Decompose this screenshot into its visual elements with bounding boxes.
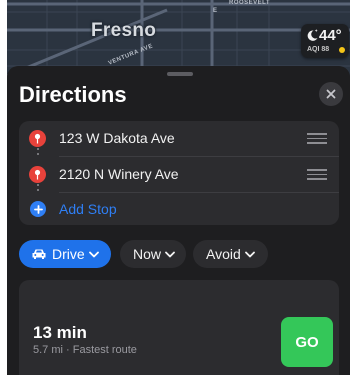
weather-temperature: 44° bbox=[319, 27, 342, 44]
avoid-options-label: Avoid bbox=[206, 246, 241, 262]
close-button[interactable] bbox=[319, 82, 343, 106]
avoid-options-button[interactable]: Avoid bbox=[193, 240, 268, 268]
reorder-handle-icon[interactable] bbox=[307, 169, 327, 180]
weather-widget[interactable]: 44° AQI 88 bbox=[301, 24, 349, 58]
route-duration: 13 min bbox=[33, 323, 87, 342]
route-option-card[interactable]: 13 min 5.7 mi · Fastest route GO bbox=[19, 280, 339, 375]
aqi-status-dot bbox=[339, 47, 345, 53]
stop-destination-label: 2120 N Winery Ave bbox=[59, 166, 179, 182]
street-label-roosevelt: ROOSEVELT bbox=[229, 0, 271, 6]
departure-time-button[interactable]: Now bbox=[120, 240, 186, 268]
stop-row-destination[interactable]: 2120 N Winery Ave bbox=[19, 157, 339, 193]
route-connector-dots bbox=[37, 184, 39, 194]
chevron-down-icon bbox=[244, 251, 255, 257]
pin-icon bbox=[29, 130, 46, 147]
stop-row-origin[interactable]: 123 W Dakota Ave bbox=[19, 121, 339, 157]
chevron-down-icon bbox=[88, 251, 99, 257]
car-icon bbox=[32, 249, 46, 259]
divider bbox=[59, 192, 339, 193]
chevron-down-icon bbox=[165, 251, 175, 257]
map-city-label: Fresno bbox=[91, 20, 157, 41]
moon-stars-icon bbox=[307, 29, 318, 41]
sheet-grabber[interactable] bbox=[167, 72, 193, 76]
air-quality-index: AQI 88 bbox=[307, 46, 330, 53]
add-stop-button[interactable]: Add Stop bbox=[59, 201, 117, 217]
pin-icon bbox=[29, 166, 46, 183]
page-title: Directions bbox=[19, 82, 127, 107]
reorder-handle-icon[interactable] bbox=[307, 133, 327, 144]
go-button[interactable]: GO bbox=[281, 317, 333, 367]
route-detail: 5.7 mi · Fastest route bbox=[33, 344, 137, 356]
transport-mode-label: Drive bbox=[52, 246, 85, 262]
street-label-e: E bbox=[213, 8, 218, 14]
add-stop-icon[interactable] bbox=[30, 201, 46, 217]
maps-screen: Fresno ROOSEVELT VENTURA AVE E 44° AQI 8… bbox=[7, 0, 350, 375]
stop-origin-label: 123 W Dakota Ave bbox=[59, 130, 175, 146]
route-stops-list: 123 W Dakota Ave 2120 N Winery Ave Add S… bbox=[19, 121, 339, 225]
directions-sheet: Directions 123 W Dakota Ave 2120 N Winer… bbox=[7, 66, 350, 375]
departure-time-label: Now bbox=[133, 246, 162, 262]
transport-mode-button[interactable]: Drive bbox=[19, 240, 111, 268]
close-icon bbox=[326, 89, 336, 99]
